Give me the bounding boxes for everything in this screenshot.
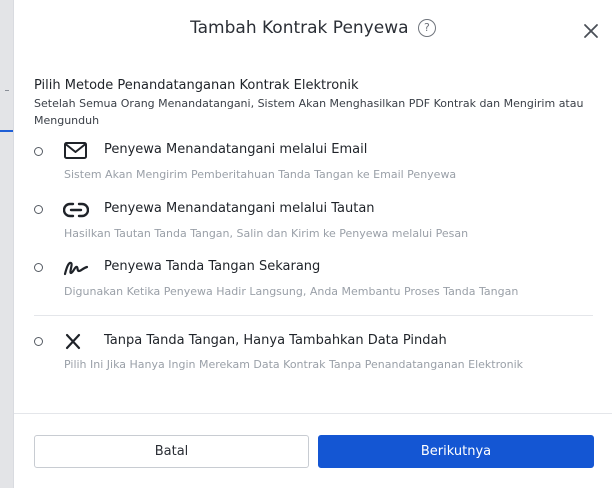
options-divider [34, 315, 593, 316]
dialog-title-text: Tambah Kontrak Penyewa [190, 18, 409, 38]
cancel-button[interactable]: Batal [34, 435, 309, 468]
option-no-signature[interactable]: Tanpa Tanda Tangan, Hanya Tambahkan Data… [34, 332, 594, 377]
radio-no-signature[interactable] [34, 337, 43, 346]
option-email-description: Sistem Akan Mengirim Pemberitahuan Tanda… [64, 168, 457, 181]
background-page [0, 0, 14, 488]
signing-method-subheading: Setelah Semua Orang Menandatangani, Sist… [34, 97, 584, 127]
option-link-label: Penyewa Menandatangani melalui Tautan [104, 201, 375, 216]
radio-sign-now[interactable] [34, 263, 43, 272]
dialog-title: Tambah Kontrak Penyewa ? [14, 18, 612, 40]
option-link-description: Hasilkan Tautan Tanda Tangan, Salin dan … [64, 227, 469, 240]
option-no-signature-description: Pilih Ini Jika Hanya Ingin Merekam Data … [64, 358, 524, 371]
add-tenant-contract-dialog: Tambah Kontrak Penyewa ? Pilih Metode Pe… [13, 0, 612, 488]
help-icon[interactable]: ? [417, 19, 436, 37]
close-icon[interactable] [582, 22, 600, 40]
option-email[interactable]: Penyewa Menandatangani melalui Email Sis… [34, 141, 594, 186]
background-dash [5, 90, 9, 91]
link-icon [63, 202, 89, 218]
radio-link[interactable] [34, 205, 43, 214]
option-link[interactable]: Penyewa Menandatangani melalui Tautan Ha… [34, 200, 594, 245]
radio-email[interactable] [34, 147, 43, 156]
option-email-label: Penyewa Menandatangani melalui Email [104, 142, 368, 157]
x-icon [65, 333, 81, 350]
signing-method-header: Pilih Metode Penandatanganan Kontrak Ele… [34, 78, 594, 129]
option-sign-now[interactable]: Penyewa Tanda Tangan Sekarang Digunakan … [34, 258, 594, 303]
option-sign-now-label: Penyewa Tanda Tangan Sekarang [104, 259, 321, 274]
envelope-icon [64, 142, 87, 159]
next-button[interactable]: Berikutnya [318, 435, 594, 468]
option-no-signature-label: Tanpa Tanda Tangan, Hanya Tambahkan Data… [104, 333, 447, 348]
signature-icon [63, 261, 89, 276]
option-sign-now-description: Digunakan Ketika Penyewa Hadir Langsung,… [64, 285, 519, 298]
background-active-indicator [0, 130, 14, 132]
footer-divider [14, 413, 612, 414]
signing-method-heading: Pilih Metode Penandatanganan Kontrak Ele… [34, 78, 359, 93]
